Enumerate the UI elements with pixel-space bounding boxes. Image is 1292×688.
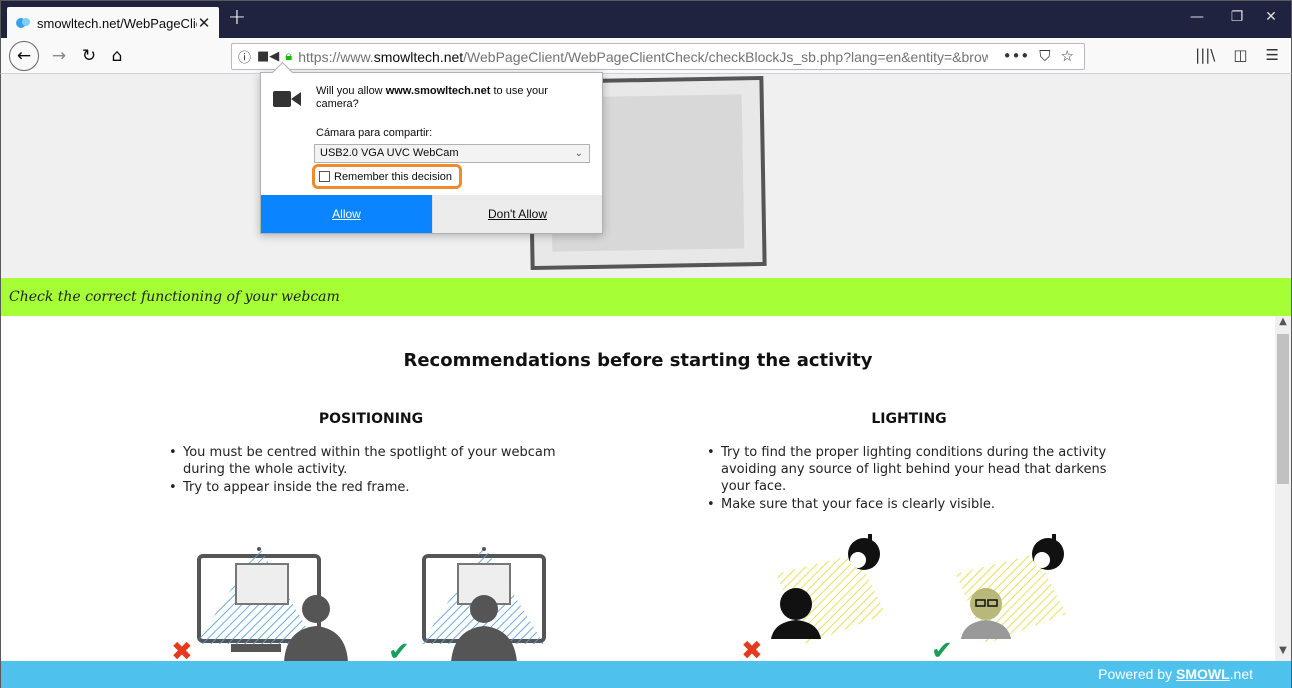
scroll-up-icon[interactable]: ▲ xyxy=(1275,316,1291,332)
recommendations-title: Recommendations before starting the acti… xyxy=(403,350,873,371)
library-icon[interactable]: |||\ xyxy=(1195,46,1215,64)
right-mark-icon: ✔ xyxy=(388,637,410,662)
reload-icon: ↻ xyxy=(81,46,97,66)
wrong-mark-icon: ✖ xyxy=(171,637,193,662)
list-item: Make sure that your face is clearly visi… xyxy=(707,496,1127,513)
url-text[interactable]: https://www.smowltech.net/WebPageClient/… xyxy=(298,49,988,65)
list-item: Try to appear inside the red frame. xyxy=(169,479,589,496)
powered-by-text: Powered by xyxy=(1098,666,1176,682)
lighting-illustration: ✖ ✔ xyxy=(741,534,1066,662)
browser-titlebar: smowltech.net/WebPageClient ✕ + — ❐ ✕ xyxy=(0,0,1292,39)
back-button[interactable]: ← xyxy=(9,41,39,71)
site-favicon-icon xyxy=(16,18,30,28)
home-button[interactable]: ⌂ xyxy=(103,42,131,70)
back-arrow-icon: ← xyxy=(16,46,32,66)
list-item: Try to find the proper lighting conditio… xyxy=(707,444,1127,495)
lock-icon[interactable]: 🔒︎ xyxy=(285,49,292,64)
wrong-mark-icon: ✖ xyxy=(741,636,763,662)
positioning-list: You must be centred within the spotlight… xyxy=(169,444,589,497)
remember-decision-checkbox[interactable]: Remember this decision xyxy=(312,164,462,189)
camera-select-value: USB2.0 VGA UVC WebCam xyxy=(320,147,459,159)
home-icon: ⌂ xyxy=(111,46,123,66)
browser-navbar: ← → ↻ ⌂ ⓘ ■◀ 🔒︎ https://www.smowltech.ne… xyxy=(0,38,1292,74)
chevron-down-icon: ⌄ xyxy=(574,148,583,159)
tab-close-icon[interactable]: ✕ xyxy=(197,14,211,32)
camera-select-label: Cámara para compartir: xyxy=(316,127,433,139)
lighting-title: LIGHTING xyxy=(871,411,947,427)
url-path: /WebPageClient/WebPageClientCheck/checkB… xyxy=(463,48,989,65)
dont-allow-button[interactable]: Don't Allow xyxy=(432,195,602,233)
camera-select[interactable]: USB2.0 VGA UVC WebCam ⌄ xyxy=(314,144,590,163)
checkbox[interactable] xyxy=(319,171,330,182)
positioning-title: POSITIONING xyxy=(318,411,424,427)
pocket-icon[interactable]: ⛉ xyxy=(1039,47,1050,65)
scroll-thumb[interactable] xyxy=(1277,334,1289,484)
info-icon[interactable]: ⓘ xyxy=(238,47,251,66)
allow-button[interactable]: Allow xyxy=(261,195,432,233)
forward-arrow-icon: → xyxy=(51,46,67,66)
camera-permission-popup: Will you allow www.smowltech.net to use … xyxy=(260,72,603,234)
close-window-button[interactable]: ✕ xyxy=(1251,9,1291,25)
footer-bar: Powered by SMOWL.net xyxy=(1,661,1291,688)
browser-tab[interactable]: smowltech.net/WebPageClient ✕ xyxy=(7,7,219,39)
powered-by-suffix: .net xyxy=(1229,666,1253,682)
more-actions-icon[interactable]: ••• xyxy=(1003,47,1030,65)
remember-label: Remember this decision xyxy=(334,170,452,183)
list-item: You must be centred within the spotlight… xyxy=(169,444,589,478)
camera-icon xyxy=(273,91,301,107)
right-mark-icon: ✔ xyxy=(931,636,953,662)
message-text: Will you allow xyxy=(316,85,386,97)
powered-by: Powered by SMOWL.net xyxy=(1098,666,1253,682)
positioning-illustration: ✖ ✔ xyxy=(171,546,546,662)
url-prefix: https://www. xyxy=(298,48,374,65)
bookmark-star-icon[interactable]: ☆ xyxy=(1061,47,1074,65)
page-scrollbar[interactable]: ▲ ▼ xyxy=(1275,316,1291,661)
scroll-down-icon[interactable]: ▼ xyxy=(1275,645,1291,661)
lamp-icon xyxy=(848,534,880,570)
camera-permission-icon[interactable]: ■◀ xyxy=(257,49,279,64)
webcam-check-banner: Check the correct functioning of your we… xyxy=(1,278,1291,316)
sidebar-icon[interactable]: ◫ xyxy=(1233,46,1247,64)
page-viewport: Check the correct functioning of your we… xyxy=(0,74,1292,688)
reload-button[interactable]: ↻ xyxy=(75,42,103,70)
smowl-link[interactable]: SMOWL xyxy=(1176,666,1230,682)
new-tab-button[interactable]: + xyxy=(225,7,249,31)
url-bar[interactable]: ⓘ ■◀ 🔒︎ https://www.smowltech.net/WebPag… xyxy=(231,43,1085,70)
lamp-icon xyxy=(1032,534,1064,570)
recommendations-panel: Recommendations before starting the acti… xyxy=(1,316,1275,662)
message-host: www.smowltech.net xyxy=(385,85,491,97)
tab-title: smowltech.net/WebPageClient xyxy=(37,15,197,31)
forward-button[interactable]: → xyxy=(45,42,73,70)
permission-message: Will you allow www.smowltech.net to use … xyxy=(316,85,586,111)
minimize-button[interactable]: — xyxy=(1177,9,1217,25)
lighting-list: Try to find the proper lighting conditio… xyxy=(707,444,1127,514)
menu-icon[interactable]: ☰ xyxy=(1266,46,1279,64)
url-host: smowltech.net xyxy=(373,48,464,65)
